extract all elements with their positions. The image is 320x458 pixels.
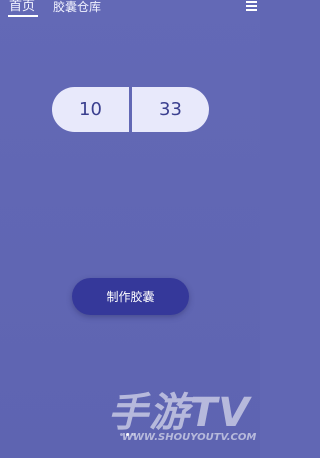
capsule-left-value[interactable]: 10 bbox=[52, 87, 129, 132]
capsule-display: 10 33 bbox=[52, 87, 209, 132]
make-capsule-button[interactable]: 制作胶囊 bbox=[72, 278, 189, 315]
page-dot bbox=[132, 433, 135, 436]
watermark-url: WWW.SHOUYOUTV.COM bbox=[122, 432, 257, 443]
top-tab-bar: 首页 胶囊仓库 bbox=[0, 0, 260, 22]
page-dot-active bbox=[126, 433, 129, 436]
tab-home[interactable]: 首页 bbox=[9, 0, 35, 14]
page-dot bbox=[120, 433, 123, 436]
capsule-right-value[interactable]: 33 bbox=[132, 87, 209, 132]
active-tab-indicator bbox=[8, 15, 38, 17]
app-screen: 首页 胶囊仓库 10 33 制作胶囊 手游TV WWW.SHOUYOUTV.CO… bbox=[0, 0, 260, 458]
page-indicator bbox=[120, 433, 138, 437]
tab-capsule-warehouse[interactable]: 胶囊仓库 bbox=[53, 0, 101, 14]
watermark-logo: 手游TV bbox=[108, 390, 251, 436]
watermark: 手游TV WWW.SHOUYOUTV.COM bbox=[108, 380, 260, 458]
hamburger-menu-icon[interactable] bbox=[246, 1, 257, 11]
